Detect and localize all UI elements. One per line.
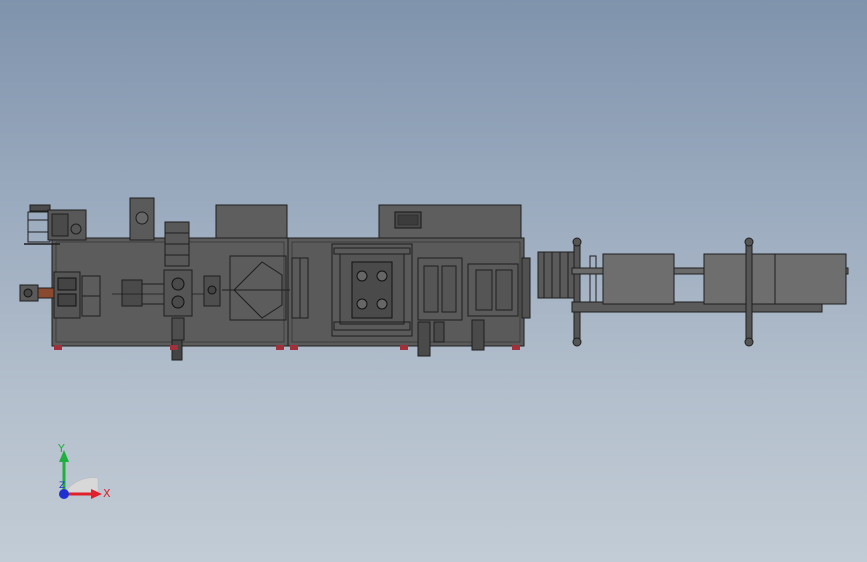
roll-1 bbox=[602, 253, 675, 305]
rewinder-section bbox=[537, 237, 849, 347]
roll-2 bbox=[703, 253, 776, 305]
left-motor bbox=[19, 284, 55, 302]
left-unwinder-assembly bbox=[24, 204, 87, 245]
machine-model-view[interactable] bbox=[0, 0, 867, 562]
x-axis-label: X bbox=[103, 487, 111, 500]
station-7-central bbox=[331, 243, 413, 337]
coordinate-triad bbox=[59, 450, 102, 499]
graphics-viewport[interactable]: Y X Z bbox=[0, 0, 867, 562]
y-axis-label: Y bbox=[58, 442, 65, 455]
frame-end-bracket bbox=[521, 257, 531, 319]
z-axis-label: Z bbox=[59, 481, 66, 491]
station-4 bbox=[203, 275, 221, 307]
top-cabinet-left bbox=[215, 204, 288, 239]
roll-3 bbox=[774, 253, 847, 305]
